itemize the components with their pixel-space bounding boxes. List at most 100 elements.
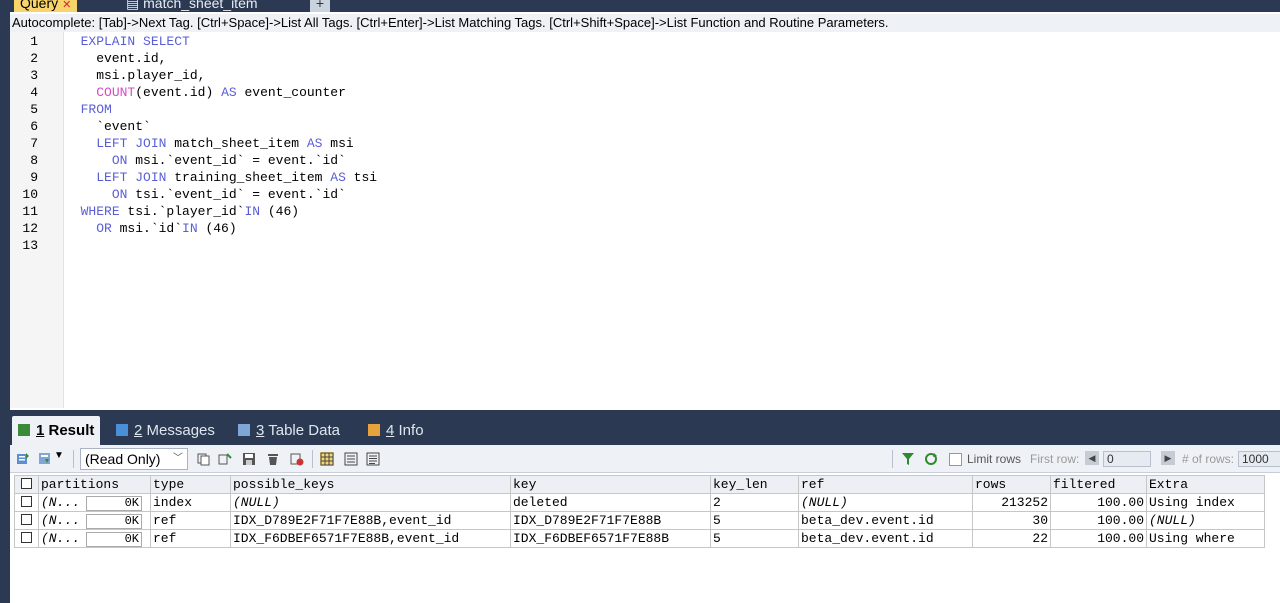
column-header-key_len[interactable]: key_len <box>710 475 799 494</box>
cell-ref[interactable]: beta_dev.event.id <box>798 511 973 530</box>
column-header-possible_keys[interactable]: possible_keys <box>230 475 511 494</box>
copy-row-icon[interactable] <box>196 452 210 466</box>
info-icon <box>368 424 380 436</box>
blob-size-badge[interactable]: 0K <box>86 495 143 511</box>
code-line[interactable]: ON tsi.`event_id` = event.`id` <box>65 186 346 203</box>
cell-extra[interactable]: Using where <box>1146 529 1265 548</box>
cell-possible-keys[interactable]: IDX_F6DBEF6571F7E88B,event_id <box>230 529 511 548</box>
column-header-extra[interactable]: Extra <box>1146 475 1265 494</box>
cell-type[interactable]: ref <box>150 529 231 548</box>
cell-extra[interactable]: Using index <box>1146 493 1265 512</box>
row-checkbox[interactable] <box>14 529 39 548</box>
cell-key[interactable]: IDX_D789E2F71F7E88B <box>510 511 711 530</box>
table-row[interactable]: (N... 0K index (NULL) deleted 2 (NULL) 213252 10… <box>14 493 1265 512</box>
grid-view-icon[interactable] <box>320 452 334 466</box>
tab-result-result[interactable]: 1 Result <box>12 416 101 445</box>
column-header-type[interactable]: type <box>150 475 231 494</box>
delete-icon[interactable] <box>266 452 280 466</box>
cell-key[interactable]: deleted <box>510 493 711 512</box>
cell-key-len[interactable]: 5 <box>710 511 799 530</box>
close-icon[interactable]: ✕ <box>62 0 71 11</box>
tab-result-messages[interactable]: 2 Messages <box>110 416 221 445</box>
blob-size-badge[interactable]: 0K <box>86 513 143 529</box>
cell-key-len[interactable]: 5 <box>710 529 799 548</box>
cell-key-len[interactable]: 2 <box>710 493 799 512</box>
column-header-partitions[interactable]: partitions <box>38 475 151 494</box>
cell-ref[interactable]: beta_dev.event.id <box>798 529 973 548</box>
code-line[interactable]: EXPLAIN SELECT <box>65 33 190 50</box>
code-line[interactable]: LEFT JOIN training_sheet_item AS tsi <box>65 169 377 186</box>
dropdown-arrow-icon[interactable]: ▼ <box>54 450 64 461</box>
cell-filtered[interactable]: 100.00 <box>1050 493 1147 512</box>
filter-icon[interactable] <box>901 452 915 466</box>
line-number: 5 <box>30 102 38 117</box>
blob-size-badge[interactable]: 0K <box>86 531 143 547</box>
previous-page-button[interactable]: ◀ <box>1085 451 1099 465</box>
cell-possible-keys[interactable]: (NULL) <box>230 493 511 512</box>
cell-filtered[interactable]: 100.00 <box>1050 511 1147 530</box>
tab-result-table-data[interactable]: 3 Table Data <box>232 416 346 445</box>
code-line[interactable]: FROM <box>65 101 112 118</box>
sql-keyword: IN <box>182 221 198 236</box>
cell-partitions[interactable]: (N... 0K <box>38 529 151 548</box>
cell-ref[interactable]: (NULL) <box>798 493 973 512</box>
sql-keyword: WHERE <box>80 204 120 219</box>
limit-rows-checkbox[interactable] <box>949 453 962 466</box>
cell-type[interactable]: ref <box>150 511 231 530</box>
column-header-key[interactable]: key <box>510 475 711 494</box>
code-line[interactable]: msi.player_id, <box>65 67 205 84</box>
sql-text: msi.`id` <box>111 221 183 236</box>
code-line[interactable]: event.id, <box>65 50 166 67</box>
cell-extra[interactable]: (NULL) <box>1146 511 1265 530</box>
export-icon[interactable] <box>16 452 30 466</box>
tab-match-sheet-item[interactable]: ▤ match_sheet_item <box>120 0 264 12</box>
discard-changes-icon[interactable] <box>290 452 304 466</box>
code-line[interactable]: ON msi.`event_id` = event.`id` <box>65 152 346 169</box>
result-grid[interactable]: partitions type possible_keys key key_len ref… <box>14 475 1265 548</box>
query-tab-label: Query <box>20 0 59 11</box>
line-number: 4 <box>30 85 38 100</box>
code-line[interactable]: COUNT(event.id) AS event_counter <box>65 84 346 101</box>
cell-rows[interactable]: 213252 <box>972 493 1051 512</box>
duplicate-icon[interactable] <box>218 452 232 466</box>
import-icon[interactable] <box>38 452 52 466</box>
tab-query[interactable]: Query ✕ <box>14 0 78 12</box>
cell-partitions[interactable]: (N... 0K <box>38 493 151 512</box>
sql-keyword: AS <box>221 85 237 100</box>
line-number: 1 <box>30 34 38 49</box>
select-all-checkbox[interactable] <box>14 475 39 494</box>
cell-type[interactable]: index <box>150 493 231 512</box>
column-header-rows[interactable]: rows <box>972 475 1051 494</box>
code-line[interactable]: `event` <box>65 118 151 135</box>
row-checkbox[interactable] <box>14 511 39 530</box>
first-row-input[interactable]: 0 <box>1103 451 1151 467</box>
column-header-filtered[interactable]: filtered <box>1050 475 1147 494</box>
form-view-icon[interactable] <box>344 452 358 466</box>
row-checkbox[interactable] <box>14 493 39 512</box>
code-line[interactable]: LEFT JOIN match_sheet_item AS msi <box>65 135 353 152</box>
toolbar-divider <box>312 450 313 468</box>
text-view-icon[interactable] <box>366 452 380 466</box>
table-row[interactable]: (N... 0K ref IDX_D789E2F71F7E88B,event_id ID… <box>14 511 1265 530</box>
table-row[interactable]: (N... 0K ref IDX_F6DBEF6571F7E88B,event_id I… <box>14 529 1265 548</box>
tab-result-info[interactable]: 4 Info <box>362 416 430 445</box>
cell-rows[interactable]: 30 <box>972 511 1051 530</box>
result-mode-select[interactable]: (Read Only) ﹀ <box>80 448 188 470</box>
cell-filtered[interactable]: 100.00 <box>1050 529 1147 548</box>
next-page-button[interactable]: ▶ <box>1161 451 1175 465</box>
column-header-ref[interactable]: ref <box>798 475 973 494</box>
code-line[interactable]: WHERE tsi.`player_id`IN (46) <box>65 203 299 220</box>
query-tab-bar: Query ✕ ▤ match_sheet_item + <box>10 0 1280 12</box>
refresh-icon[interactable] <box>924 452 938 466</box>
cell-possible-keys[interactable]: IDX_D789E2F71F7E88B,event_id <box>230 511 511 530</box>
sql-editor[interactable]: 1 2 3 4 5 6 7 8 9 10 11 12 13 EXPLAIN SELECT event.i… <box>10 32 1280 408</box>
new-tab-button[interactable]: + <box>310 0 330 12</box>
number-of-rows-input[interactable]: 1000 <box>1238 451 1280 467</box>
cell-rows[interactable]: 22 <box>972 529 1051 548</box>
cell-partitions[interactable]: (N... 0K <box>38 511 151 530</box>
code-line[interactable]: OR msi.`id`IN (46) <box>65 220 236 237</box>
save-icon[interactable] <box>242 452 256 466</box>
cell-key[interactable]: IDX_F6DBEF6571F7E88B <box>510 529 711 548</box>
